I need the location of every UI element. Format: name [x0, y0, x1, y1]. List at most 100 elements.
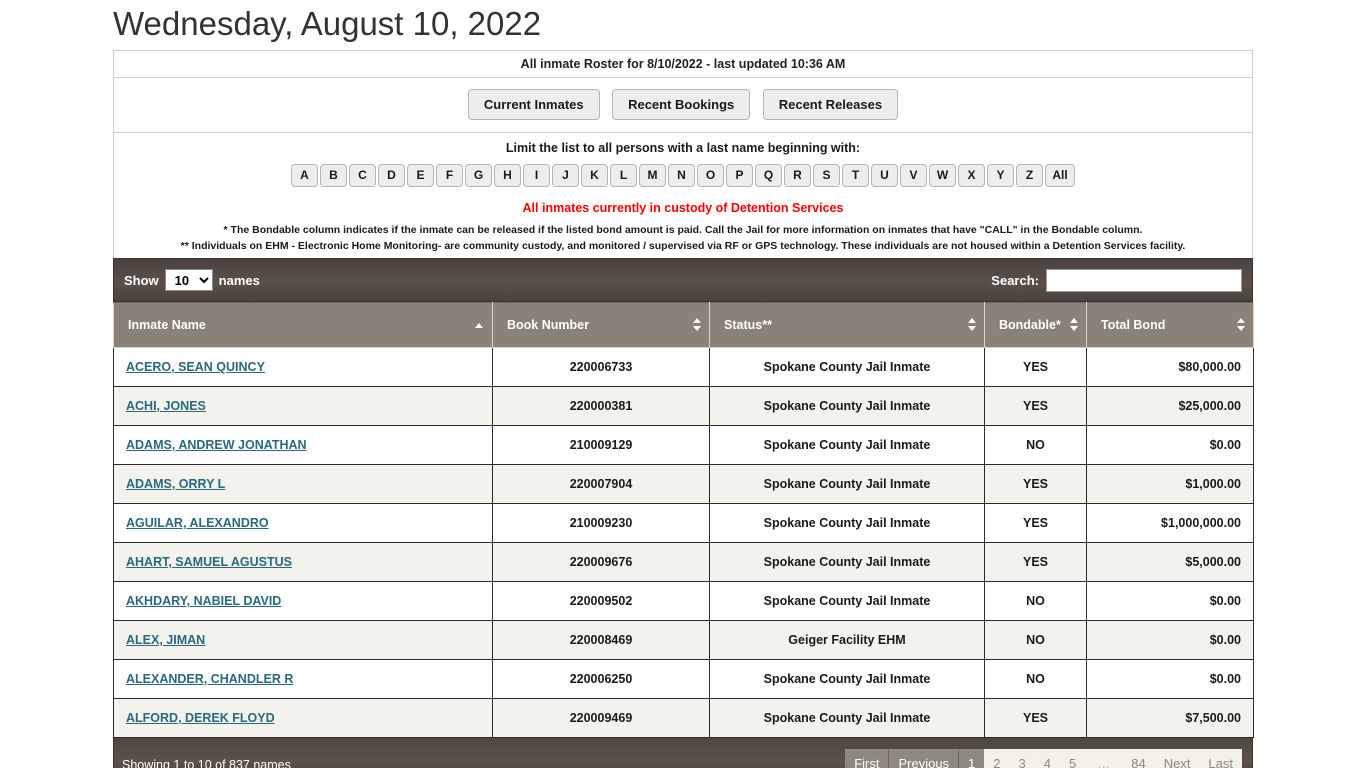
pagination-page-1[interactable]: 1: [959, 749, 984, 768]
cell-status: Spokane County Jail Inmate: [710, 387, 985, 426]
table-body: ACERO, SEAN QUINCY 220006733 Spokane Cou…: [114, 348, 1254, 738]
inmate-name-link[interactable]: ACHI, JONES: [126, 399, 206, 413]
alpha-button-u[interactable]: U: [871, 164, 898, 187]
cell-total-bond: $25,000.00: [1087, 387, 1254, 426]
alpha-button-v[interactable]: V: [900, 164, 927, 187]
cell-total-bond: $0.00: [1087, 621, 1254, 660]
column-label: Bondable*: [999, 318, 1061, 332]
alpha-button-h[interactable]: H: [494, 164, 521, 187]
table-row: AHART, SAMUEL AGUSTUS 220009676 Spokane …: [114, 543, 1254, 582]
column-header-bondable[interactable]: Bondable*: [985, 303, 1087, 348]
cell-status: Geiger Facility EHM: [710, 621, 985, 660]
alpha-filter-buttons: ABCDEFGHIJKLMNOPQRSTUVWXYZAll: [114, 164, 1252, 187]
table-header-row: Inmate Name Book Number Status** Bondabl…: [114, 303, 1254, 348]
sort-unsorted-icon: [1236, 318, 1245, 332]
inmate-name-link[interactable]: ADAMS, ORRY L: [126, 477, 225, 491]
alpha-button-j[interactable]: J: [552, 164, 579, 187]
pagination: First Previous 1 2 3 4 5 … 84 Next Last: [845, 749, 1242, 768]
cell-inmate-name: ALEX, JIMAN: [114, 621, 493, 660]
cell-bondable: YES: [985, 348, 1087, 387]
cell-inmate-name: ALFORD, DEREK FLOYD: [114, 699, 493, 738]
table-row: ALFORD, DEREK FLOYD 220009469 Spokane Co…: [114, 699, 1254, 738]
table-row: ADAMS, ORRY L 220007904 Spokane County J…: [114, 465, 1254, 504]
cell-bondable: YES: [985, 699, 1087, 738]
inmate-name-link[interactable]: ALEXANDER, CHANDLER R: [126, 672, 293, 686]
inmate-name-link[interactable]: ALEX, JIMAN: [126, 633, 205, 647]
alpha-button-all[interactable]: All: [1045, 164, 1075, 187]
alpha-button-i[interactable]: I: [523, 164, 550, 187]
alpha-button-a[interactable]: A: [291, 164, 318, 187]
column-label: Inmate Name: [128, 318, 206, 332]
alpha-button-l[interactable]: L: [610, 164, 637, 187]
column-header-inmate-name[interactable]: Inmate Name: [114, 303, 493, 348]
pagination-page-4[interactable]: 4: [1035, 749, 1060, 768]
cell-book-number: 210009230: [493, 504, 710, 543]
pagination-page-3[interactable]: 3: [1010, 749, 1035, 768]
alpha-button-f[interactable]: F: [436, 164, 463, 187]
footnote-ehm: ** Individuals on EHM - Electronic Home …: [124, 238, 1242, 254]
inmate-name-link[interactable]: AKHDARY, NABIEL DAVID: [126, 594, 281, 608]
cell-status: Spokane County Jail Inmate: [710, 426, 985, 465]
show-label: Show: [124, 273, 159, 288]
column-label: Book Number: [507, 318, 589, 332]
pagination-page-5[interactable]: 5: [1060, 749, 1085, 768]
cell-bondable: NO: [985, 426, 1087, 465]
inmate-name-link[interactable]: ACERO, SEAN QUINCY: [126, 360, 265, 374]
cell-total-bond: $1,000,000.00: [1087, 504, 1254, 543]
alpha-button-q[interactable]: Q: [755, 164, 782, 187]
column-label: Total Bond: [1101, 318, 1165, 332]
alpha-button-r[interactable]: R: [784, 164, 811, 187]
inmate-name-link[interactable]: AGUILAR, ALEXANDRO: [126, 516, 269, 530]
cell-book-number: 210009129: [493, 426, 710, 465]
alpha-button-s[interactable]: S: [813, 164, 840, 187]
page-length-select[interactable]: 10 25 50 100: [165, 269, 213, 291]
cell-total-bond: $5,000.00: [1087, 543, 1254, 582]
current-inmates-button[interactable]: Current Inmates: [468, 89, 600, 120]
cell-inmate-name: AGUILAR, ALEXANDRO: [114, 504, 493, 543]
sort-unsorted-icon: [1069, 318, 1078, 332]
alpha-button-p[interactable]: P: [726, 164, 753, 187]
cell-total-bond: $0.00: [1087, 426, 1254, 465]
column-label: Status**: [724, 318, 772, 332]
alpha-button-g[interactable]: G: [465, 164, 492, 187]
pagination-previous[interactable]: Previous: [889, 749, 958, 768]
roster-panel: All inmate Roster for 8/10/2022 - last u…: [113, 50, 1253, 768]
recent-releases-button[interactable]: Recent Releases: [763, 89, 898, 120]
alpha-button-z[interactable]: Z: [1016, 164, 1043, 187]
pagination-next[interactable]: Next: [1155, 749, 1200, 768]
search-input[interactable]: [1046, 269, 1242, 292]
pagination-page-84[interactable]: 84: [1122, 749, 1154, 768]
alpha-button-w[interactable]: W: [929, 164, 956, 187]
alpha-button-d[interactable]: D: [378, 164, 405, 187]
roster-tabs: Current Inmates Recent Bookings Recent R…: [114, 78, 1252, 132]
alpha-button-b[interactable]: B: [320, 164, 347, 187]
alpha-button-m[interactable]: M: [639, 164, 666, 187]
alpha-button-k[interactable]: K: [581, 164, 608, 187]
alpha-button-o[interactable]: O: [697, 164, 724, 187]
cell-inmate-name: ADAMS, ORRY L: [114, 465, 493, 504]
cell-book-number: 220000381: [493, 387, 710, 426]
recent-bookings-button[interactable]: Recent Bookings: [612, 89, 750, 120]
column-header-total-bond[interactable]: Total Bond: [1087, 303, 1254, 348]
column-header-status[interactable]: Status**: [710, 303, 985, 348]
alpha-button-x[interactable]: X: [958, 164, 985, 187]
search-control: Search:: [991, 269, 1242, 292]
names-label: names: [219, 273, 260, 288]
pagination-first[interactable]: First: [845, 749, 888, 768]
alpha-button-n[interactable]: N: [668, 164, 695, 187]
column-header-book-number[interactable]: Book Number: [493, 303, 710, 348]
alpha-button-t[interactable]: T: [842, 164, 869, 187]
cell-status: Spokane County Jail Inmate: [710, 660, 985, 699]
inmate-name-link[interactable]: AHART, SAMUEL AGUSTUS: [126, 555, 292, 569]
alpha-button-e[interactable]: E: [407, 164, 434, 187]
inmate-name-link[interactable]: ALFORD, DEREK FLOYD: [126, 711, 275, 725]
cell-book-number: 220009469: [493, 699, 710, 738]
pagination-last[interactable]: Last: [1199, 749, 1242, 768]
cell-total-bond: $80,000.00: [1087, 348, 1254, 387]
inmate-name-link[interactable]: ADAMS, ANDREW JONATHAN: [126, 438, 307, 452]
cell-inmate-name: ACHI, JONES: [114, 387, 493, 426]
pagination-page-2[interactable]: 2: [984, 749, 1009, 768]
pagination-ellipsis: …: [1085, 749, 1122, 768]
alpha-button-c[interactable]: C: [349, 164, 376, 187]
alpha-button-y[interactable]: Y: [987, 164, 1014, 187]
